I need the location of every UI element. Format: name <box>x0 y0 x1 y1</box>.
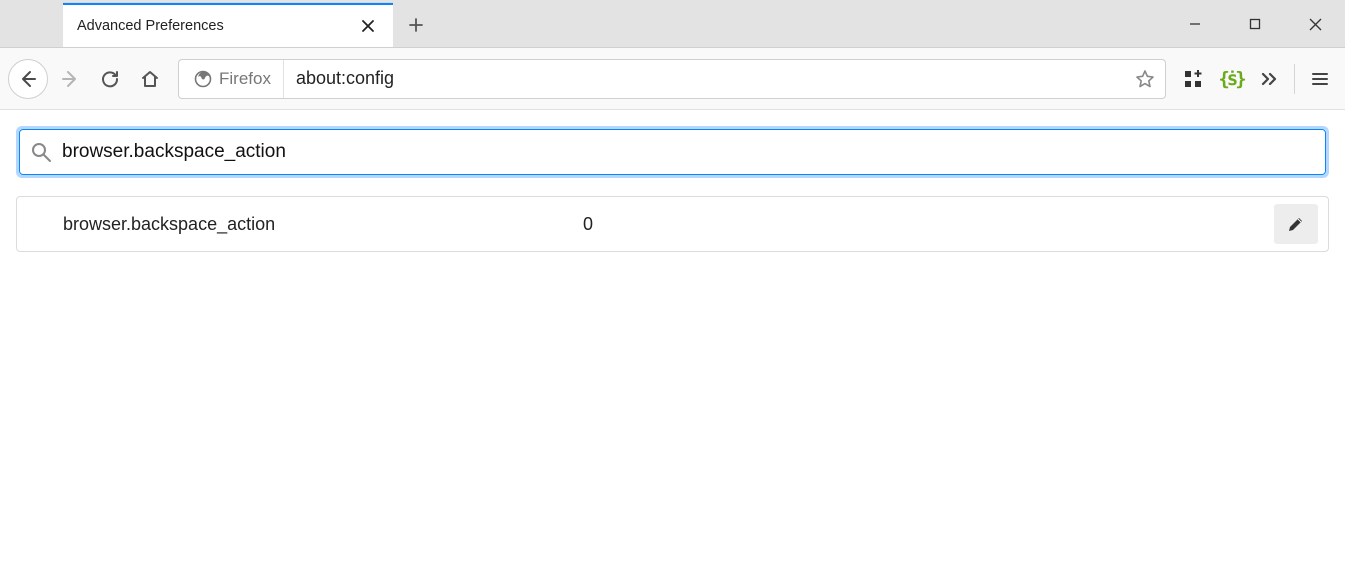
extension-tiles-icon[interactable] <box>1176 62 1210 96</box>
search-icon <box>30 141 52 163</box>
firefox-logo-icon <box>193 69 213 89</box>
preference-row[interactable]: browser.backspace_action 0 <box>16 196 1329 252</box>
pencil-icon <box>1287 215 1305 233</box>
navigation-toolbar: Firefox {ṡ} <box>0 48 1345 110</box>
identity-box[interactable]: Firefox <box>179 60 284 98</box>
hamburger-menu-icon[interactable] <box>1303 62 1337 96</box>
new-tab-button[interactable] <box>393 3 439 47</box>
preference-search-box[interactable] <box>19 129 1326 175</box>
window-controls <box>1165 0 1345 48</box>
about-config-content: browser.backspace_action 0 <box>0 110 1345 268</box>
window-close-button[interactable] <box>1285 0 1345 48</box>
edit-preference-button[interactable] <box>1274 204 1318 244</box>
identity-label: Firefox <box>219 69 271 89</box>
tab-strip-spacer <box>0 0 63 47</box>
search-focus-ring <box>16 126 1329 178</box>
preference-search-input[interactable] <box>52 141 1315 163</box>
tab-strip: Advanced Preferences <box>0 0 1345 48</box>
tab-title: Advanced Preferences <box>77 18 357 34</box>
minimize-button[interactable] <box>1165 0 1225 48</box>
home-button[interactable] <box>132 61 168 97</box>
preference-name: browser.backspace_action <box>63 214 583 235</box>
toolbar-separator <box>1294 64 1295 94</box>
url-bar[interactable]: Firefox <box>178 59 1166 99</box>
maximize-button[interactable] <box>1225 0 1285 48</box>
forward-button[interactable] <box>52 61 88 97</box>
overflow-chevron-icon[interactable] <box>1252 62 1286 96</box>
greasemonkey-extension-icon[interactable]: {ṡ} <box>1214 62 1248 96</box>
back-button[interactable] <box>8 59 48 99</box>
reload-button[interactable] <box>92 61 128 97</box>
preference-value: 0 <box>583 214 1274 235</box>
close-tab-icon[interactable] <box>357 15 379 37</box>
browser-tab-active[interactable]: Advanced Preferences <box>63 3 393 47</box>
bookmark-star-icon[interactable] <box>1125 59 1165 99</box>
url-input[interactable] <box>284 60 1125 98</box>
